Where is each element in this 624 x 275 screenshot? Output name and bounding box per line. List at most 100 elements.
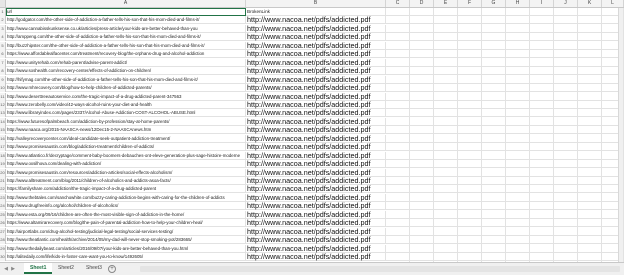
- url-cell[interactable]: http://www.promisesaustin.com/resources/…: [6, 168, 246, 177]
- column-header-b[interactable]: B: [246, 0, 386, 7]
- url-cell[interactable]: http://valleyrecoverycenter.com/ideal-ca…: [6, 134, 246, 143]
- brokenlink-cell[interactable]: http://www.nacoa.net/pdfs/addicted.pdf: [246, 16, 386, 25]
- column-header-e[interactable]: E: [434, 0, 458, 7]
- brokenlink-cell[interactable]: http://www.nacoa.net/pdfs/addicted.pdf: [246, 143, 386, 152]
- column-header-f[interactable]: F: [458, 0, 482, 7]
- brokenlink-cell[interactable]: http://www.nacoa.net/pdfs/addicted.pdf: [246, 193, 386, 202]
- brokenlink-cell[interactable]: http://www.nacoa.net/pdfs/addicted.pdf: [246, 109, 386, 118]
- url-cell[interactable]: http://www.cannabisskunksense.co.uk/arti…: [6, 24, 246, 33]
- table-row: 20 http://www.promisesaustin.com/resource…: [0, 168, 624, 177]
- brokenlink-cell[interactable]: http://www.nacoa.net/pdfs/addicted.pdf: [246, 202, 386, 211]
- table-row: 26 https://www.altamirarecovery.com/blog/…: [0, 219, 624, 228]
- column-header-a[interactable]: A: [6, 0, 246, 7]
- column-header-k[interactable]: K: [578, 0, 602, 7]
- brokenlink-cell[interactable]: http://www.nacoa.net/pdfs/addicted.pdf: [246, 41, 386, 50]
- brokenlink-cell[interactable]: http://www.nacoa.net/pdfs/addicted.pdf: [246, 151, 386, 160]
- brokenlink-cell[interactable]: http://www.nacoa.net/pdfs/addicted.pdf: [246, 58, 386, 67]
- url-cell[interactable]: http://www.soshealth.com/recovery-center…: [6, 67, 246, 76]
- brokenlink-cell[interactable]: http://www.nacoa.net/pdfs/addicted.pdf: [246, 67, 386, 76]
- brokenlink-cell[interactable]: http://www.nacoa.net/pdfs/addicted.pdf: [246, 185, 386, 194]
- url-cell[interactable]: http://hifymag.com/the-other-side-of-add…: [6, 75, 246, 84]
- brokenlink-cell[interactable]: http://www.nacoa.net/pdfs/addicted.pdf: [246, 219, 386, 228]
- url-cell[interactable]: http://www.naaca.org/2015-NAASCA-news/12…: [6, 126, 246, 135]
- url-cell[interactable]: http://www.promisesaustin.com/blog/addic…: [6, 143, 246, 152]
- url-cell[interactable]: https://familyshare.com/addiction/the-tr…: [6, 185, 246, 194]
- column-header-l[interactable]: L: [602, 0, 624, 7]
- url-cell[interactable]: https://www.altamirarecovery.com/blog/th…: [6, 219, 246, 228]
- url-cell[interactable]: http://www.atlantico.fr/decryptage/comme…: [6, 151, 246, 160]
- tab-sheet2[interactable]: Sheet2: [52, 263, 80, 274]
- brokenlink-cell[interactable]: http://www.nacoa.net/pdfs/addicted.pdf: [246, 33, 386, 42]
- brokenlink-cell[interactable]: http://www.nacoa.net/pdfs/addicted.pdf: [246, 134, 386, 143]
- url-cell[interactable]: http://www.zerobelly.com/video/42-ways-a…: [6, 100, 246, 109]
- column-header-g[interactable]: G: [482, 0, 506, 7]
- brokenlink-cell[interactable]: http://www.nacoa.net/pdfs/addicted.pdf: [246, 227, 386, 236]
- table-row: 4 http://amppeng.com/the-other-side-of-ad…: [0, 33, 624, 42]
- column-header-h[interactable]: H: [506, 0, 530, 7]
- url-cell[interactable]: http://www.libraryindex.com/pages/2337/A…: [6, 109, 246, 118]
- tab-scroll-left-icon[interactable]: ◀: [3, 266, 9, 272]
- url-cell[interactable]: https://www.affordablealfacenter.com/tre…: [6, 50, 246, 59]
- brokenlink-cell[interactable]: http://www.nacoa.net/pdfs/addicted.pdf: [246, 236, 386, 245]
- table-row: 18 http://www.atlantico.fr/decryptage/com…: [0, 151, 624, 160]
- brokenlink-cell[interactable]: http://www.nacoa.net/pdfs/addicted.pdf: [246, 50, 386, 59]
- url-header-cell[interactable]: url: [6, 8, 246, 16]
- table-row: 21 http://www.alltreatment.com/blog/2011/…: [0, 177, 624, 185]
- url-cell[interactable]: http://buzzhipster.com/the-other-side-of…: [6, 41, 246, 50]
- gridline: [433, 8, 434, 262]
- url-cell[interactable]: http://airportlabs.com/drug-alcohol-test…: [6, 227, 246, 236]
- brokenlink-cell[interactable]: http://www.nacoa.net/pdfs/addicted.pdf: [246, 84, 386, 93]
- brokenlink-cell[interactable]: http://www.nacoa.net/pdfs/addicted.pdf: [246, 126, 386, 135]
- tab-sheet3[interactable]: Sheet3: [80, 263, 108, 274]
- gridline: [409, 8, 410, 262]
- gridline: [577, 8, 578, 262]
- gridline: [505, 8, 506, 262]
- column-header-i[interactable]: I: [530, 0, 554, 7]
- url-cell[interactable]: http://www.mhrecovery.com/blog/how-to-he…: [6, 84, 246, 93]
- brokenlink-cell[interactable]: http://www.nacoa.net/pdfs/addicted.pdf: [246, 253, 386, 262]
- brokenlink-cell[interactable]: http://www.nacoa.net/pdfs/addicted.pdf: [246, 117, 386, 126]
- url-cell[interactable]: http://amppeng.com/the-other-side-of-add…: [6, 33, 246, 42]
- brokenlink-cell[interactable]: http://www.nacoa.net/pdfs/addicted.pdf: [246, 210, 386, 219]
- table-row: 24 http://www.drugfreeinfo.org/alcohol/ch…: [0, 202, 624, 211]
- brokenlink-cell[interactable]: http://www.nacoa.net/pdfs/addicted.pdf: [246, 177, 386, 185]
- brokenlink-cell[interactable]: http://www.nacoa.net/pdfs/addicted.pdf: [246, 244, 386, 253]
- brokenlink-cell[interactable]: http://www.nacoa.net/pdfs/addicted.pdf: [246, 92, 386, 101]
- url-cell[interactable]: https://www.futuresofpalmbeach.com/addic…: [6, 117, 246, 126]
- url-cell[interactable]: http://www.alltreatment.com/blog/2011/ch…: [6, 177, 246, 185]
- table-row: 13 http://www.libraryindex.com/pages/2337…: [0, 109, 624, 118]
- spreadsheet-grid: ABCDEFGHIJKL 1 url BrokenLink 2 http://godga…: [0, 0, 624, 262]
- table-row: 9 http://hifymag.com/the-other-side-of-ad…: [0, 75, 624, 84]
- column-header-j[interactable]: J: [554, 0, 578, 7]
- table-row: 27 http://airportlabs.com/drug-alcohol-te…: [0, 227, 624, 236]
- header-row: 1 url BrokenLink: [0, 8, 624, 16]
- url-cell[interactable]: http://www.thedailybeast.com/articles/20…: [6, 244, 246, 253]
- url-cell[interactable]: http://www.thebtales.com/sanchowhite.com…: [6, 193, 246, 202]
- table-row: 16 http://valleyrecoverycenter.com/ideal-…: [0, 134, 624, 143]
- url-cell[interactable]: http://www.unityrehab.com/rehab-parent/a…: [6, 58, 246, 67]
- url-cell[interactable]: http://www.deserttreeautoservice.com/the…: [6, 92, 246, 101]
- horizontal-scrollbar[interactable]: [140, 266, 620, 272]
- tab-scroll-right-icon[interactable]: ▶: [10, 266, 16, 272]
- brokenlink-header-cell[interactable]: BrokenLink: [246, 8, 386, 16]
- table-row: 29 http://www.thedailybeast.com/articles/…: [0, 244, 624, 253]
- url-cell[interactable]: http://www.theatlantic.com/health/archiv…: [6, 236, 246, 245]
- table-row: 30 http://alitedaily.com/life/kids-in-fos…: [0, 253, 624, 262]
- column-header-c[interactable]: C: [386, 0, 410, 7]
- url-cell[interactable]: http://alitedaily.com/life/kids-in-foste…: [6, 253, 246, 262]
- brokenlink-cell[interactable]: http://www.nacoa.net/pdfs/addicted.pdf: [246, 168, 386, 177]
- url-cell[interactable]: http://www.oxsilhova.com/dealing-with-ad…: [6, 160, 246, 169]
- brokenlink-cell[interactable]: http://www.nacoa.net/pdfs/addicted.pdf: [246, 100, 386, 109]
- url-cell[interactable]: http://www.esta.org/09/16/children-are-o…: [6, 210, 246, 219]
- url-cell[interactable]: http://godgator.com/the-other-side-of-ad…: [6, 16, 246, 25]
- table-row: 19 http://www.oxsilhova.com/dealing-with-…: [0, 160, 624, 169]
- brokenlink-cell[interactable]: http://www.nacoa.net/pdfs/addicted.pdf: [246, 24, 386, 33]
- column-header-bar: ABCDEFGHIJKL: [0, 0, 624, 8]
- column-header-d[interactable]: D: [410, 0, 434, 7]
- url-cell[interactable]: http://www.drugfreeinfo.org/alcohol/chil…: [6, 202, 246, 211]
- table-row: 17 http://www.promisesaustin.com/blog/add…: [0, 143, 624, 152]
- brokenlink-cell[interactable]: http://www.nacoa.net/pdfs/addicted.pdf: [246, 75, 386, 84]
- add-sheet-icon[interactable]: +: [108, 265, 116, 273]
- tab-sheet1[interactable]: Sheet1: [24, 263, 53, 274]
- brokenlink-cell[interactable]: http://www.nacoa.net/pdfs/addicted.pdf: [246, 160, 386, 169]
